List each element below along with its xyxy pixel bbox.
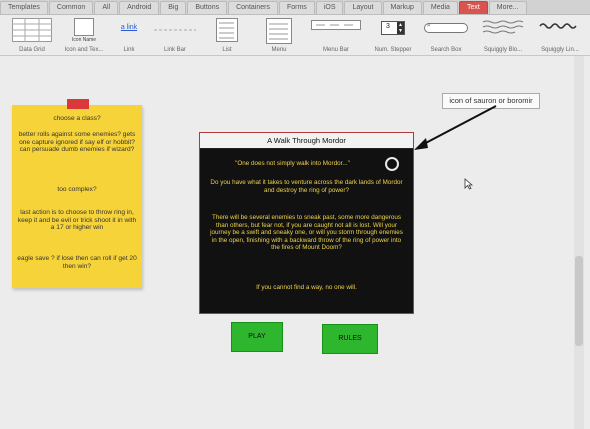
search-icon: ⌕	[427, 22, 431, 29]
sticky-line-class: choose a class?	[53, 115, 101, 122]
tab-templates[interactable]: Templates	[0, 1, 48, 14]
vertical-scrollbar[interactable]	[574, 56, 584, 429]
link-label: Link	[123, 47, 135, 53]
dialog-paragraph-3: If you cannot find a way, no one will.	[256, 284, 357, 291]
data-grid-label: Data Grid	[19, 47, 45, 53]
squiggly-line-icon	[539, 23, 577, 29]
num-stepper-component[interactable]: 3 ▲ ▼ Num. Stepper	[368, 15, 418, 55]
icon-and-text-component[interactable]: Icon Name Icon and Tex...	[60, 15, 108, 55]
link-bar-label: Link Bar	[163, 47, 186, 53]
search-box-label: Search Box	[430, 47, 462, 53]
link-thumb-text: a link	[120, 24, 138, 31]
dialog-title: A Walk Through Mordor	[200, 133, 413, 149]
num-stepper-label: Num. Stepper	[374, 47, 412, 53]
component-category-tabs: Templates Common All Android Big Buttons…	[0, 0, 590, 15]
link-bar-icon	[154, 29, 196, 31]
menu-label: Menu	[271, 47, 287, 53]
icon-and-text-label: Icon and Tex...	[64, 47, 104, 53]
rules-button[interactable]: RULES	[322, 324, 378, 354]
menu-bar-label: Menu Bar	[322, 47, 349, 53]
dialog-paragraph-2: There will be several enemies to sneak p…	[210, 214, 403, 252]
tab-containers[interactable]: Containers	[228, 1, 278, 14]
intro-dialog: A Walk Through Mordor "One does not simp…	[199, 132, 414, 314]
tab-ios[interactable]: iOS	[315, 1, 344, 14]
tab-layout[interactable]: Layout	[344, 1, 382, 14]
sticky-tape	[67, 99, 89, 109]
annotation-arrow-icon	[414, 105, 497, 150]
mouse-cursor-icon	[464, 178, 473, 190]
link-bar-component[interactable]: Link Bar	[148, 15, 202, 55]
tab-android[interactable]: Android	[119, 1, 160, 14]
sticky-note[interactable]: choose a class? better rolls against som…	[12, 99, 142, 288]
menu-bar-component[interactable]: Menu Bar	[308, 15, 364, 55]
stepper-preview: 3 ▲ ▼	[381, 21, 405, 35]
icon-name-thumb-text: Icon Name	[71, 37, 97, 43]
squiggly-line-label: Squiggly Lin...	[541, 47, 579, 53]
squiggly-block-label: Squiggly Blo...	[483, 47, 523, 53]
data-grid-component[interactable]: Data Grid	[6, 15, 58, 55]
search-box-component[interactable]: ⌕ Search Box	[420, 15, 472, 55]
data-grid-icon	[12, 18, 52, 42]
squiggly-line-component[interactable]: Squiggly Lin...	[532, 15, 588, 55]
tab-markup[interactable]: Markup	[382, 1, 422, 14]
stepper-arrows-icon: ▲ ▼	[397, 22, 404, 34]
tab-common[interactable]: Common	[48, 1, 94, 14]
stepper-value: 3	[386, 23, 390, 30]
tab-all[interactable]: All	[94, 1, 119, 14]
sticky-line-last-action: last action is to choose to throw ring i…	[17, 209, 137, 232]
play-button[interactable]: PLAY	[231, 322, 283, 352]
sticky-line-rolls: better rolls against some enemies? gets …	[18, 131, 136, 154]
menu-component[interactable]: Menu	[260, 15, 298, 55]
scrollbar-thumb[interactable]	[575, 256, 583, 346]
squiggly-block-component[interactable]: Squiggly Blo...	[476, 15, 530, 55]
tab-text[interactable]: Text	[458, 1, 488, 14]
search-box-preview: ⌕	[424, 22, 468, 33]
component-toolbar: Data Grid Icon Name Icon and Tex... a li…	[0, 15, 590, 56]
ring-icon	[385, 157, 399, 171]
link-component[interactable]: a link Link	[112, 15, 146, 55]
icon-placeholder-icon	[74, 18, 94, 36]
list-component[interactable]: List	[211, 15, 243, 55]
tab-big[interactable]: Big	[160, 1, 187, 14]
sticky-line-eagle: eagle save ? if lose then can roll if ge…	[17, 255, 137, 270]
tab-more[interactable]: More...	[488, 1, 527, 14]
list-icon	[216, 18, 238, 42]
tab-buttons[interactable]: Buttons	[187, 1, 228, 14]
menu-icon	[266, 18, 292, 44]
dialog-quote: "One does not simply walk into Mordor...…	[235, 160, 350, 167]
tab-forms[interactable]: Forms	[278, 1, 315, 14]
dialog-paragraph-1: Do you have what it takes to venture acr…	[210, 179, 403, 194]
list-label: List	[222, 47, 232, 53]
squiggly-block-icon	[482, 20, 524, 34]
tab-media[interactable]: Media	[422, 1, 458, 14]
sticky-line-complex: too complex?	[57, 186, 97, 193]
menu-bar-icon	[311, 20, 361, 30]
